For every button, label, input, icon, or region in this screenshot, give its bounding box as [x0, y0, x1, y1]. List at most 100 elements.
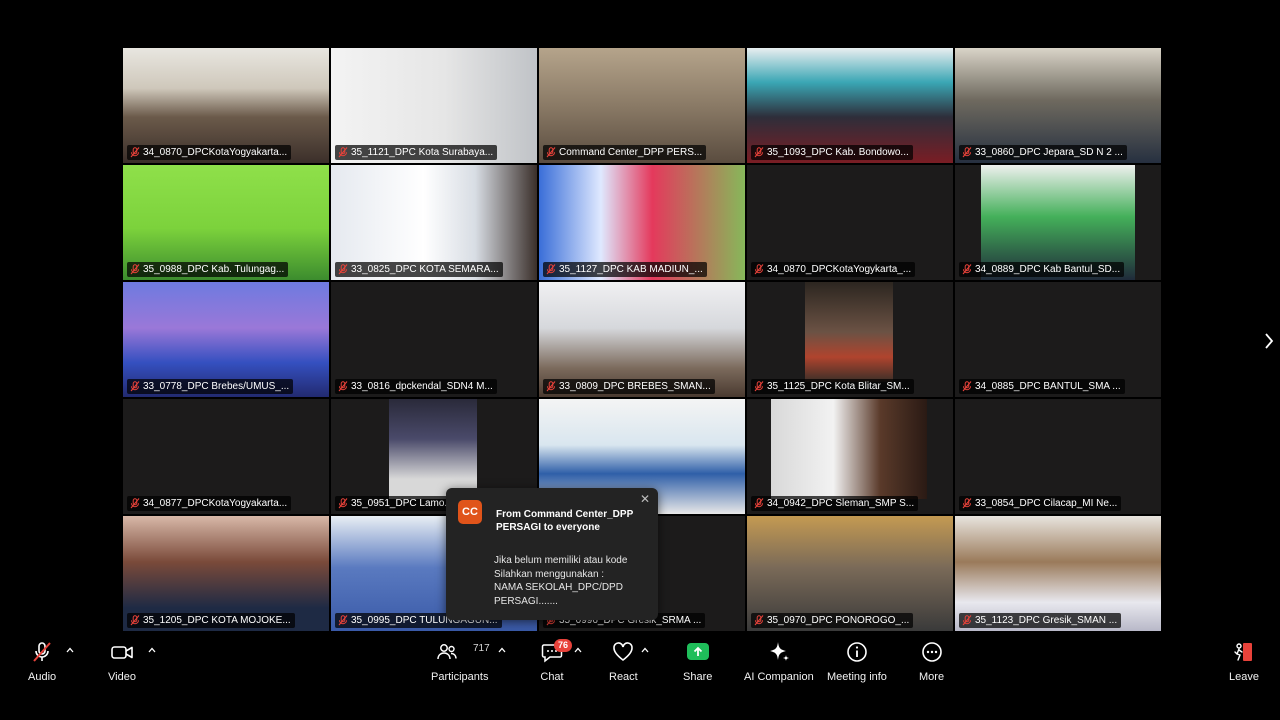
participant-name-tag: 35_0988_DPC Kab. Tulungag...	[127, 262, 289, 277]
participant-name-tag: 35_1205_DPC KOTA MOJOKE...	[127, 613, 295, 628]
meeting-toolbar: Audio Video Participants 717 Chat 76 Rea…	[0, 632, 1280, 720]
participant-name: 34_0942_DPC Sleman_SMP S...	[767, 498, 915, 509]
participant-name: 35_1121_DPC Kota Surabaya...	[351, 147, 494, 158]
ai-companion-label: AI Companion	[744, 671, 814, 683]
participant-name-tag: 34_0885_DPC BANTUL_SMA ...	[959, 379, 1125, 394]
share-screen-button[interactable]: Share	[683, 640, 712, 683]
video-label: Video	[108, 671, 136, 683]
participant-name: 34_0889_DPC Kab Bantul_SD...	[975, 264, 1121, 275]
microphone-muted-icon	[338, 147, 348, 158]
microphone-muted-icon	[338, 498, 348, 509]
participant-count: 717	[473, 643, 490, 654]
participant-name-tag: 35_1125_DPC Kota Blitar_SM...	[751, 379, 914, 394]
react-options-chevron-icon[interactable]	[640, 645, 650, 655]
participant-name-tag: 33_0825_DPC KOTA SEMARA...	[335, 262, 503, 277]
participant-name: 33_0778_DPC Brebes/UMUS_...	[143, 381, 290, 392]
participant-tile[interactable]: 35_1093_DPC Kab. Bondowo...	[747, 48, 953, 163]
participant-name: 35_0951_DPC Lamo...	[351, 498, 453, 509]
microphone-muted-icon	[546, 264, 556, 275]
info-icon	[845, 640, 869, 664]
leave-button[interactable]: Leave	[1229, 640, 1259, 683]
unread-chat-badge: 76	[554, 639, 572, 652]
react-label: React	[609, 671, 638, 683]
participant-name-tag: 35_0951_DPC Lamo...	[335, 496, 457, 511]
microphone-muted-icon	[30, 640, 54, 664]
microphone-muted-icon	[130, 498, 140, 509]
participant-name: 34_0870_DPCKotaYogykarta_...	[767, 264, 912, 275]
ai-companion-button[interactable]: AI Companion	[744, 640, 814, 683]
participants-icon	[435, 640, 459, 664]
participant-tile[interactable]: 33_0860_DPC Jepara_SD N 2 ...	[955, 48, 1161, 163]
participant-video-feed	[805, 282, 893, 382]
participant-tile[interactable]: 35_1125_DPC Kota Blitar_SM...	[747, 282, 953, 397]
video-camera-icon	[110, 640, 134, 664]
participant-tile[interactable]: 34_0942_DPC Sleman_SMP S...	[747, 399, 953, 514]
more-label: More	[919, 671, 945, 683]
participant-name: 35_0970_DPC PONOROGO_...	[767, 615, 910, 626]
participant-tile[interactable]: 35_1127_DPC KAB MADIUN_...	[539, 165, 745, 280]
participant-name: 34_0877_DPCKotaYogyakarta...	[143, 498, 288, 509]
participant-tile[interactable]: 35_0970_DPC PONOROGO_...	[747, 516, 953, 631]
participant-tile[interactable]: 35_1123_DPC Gresik_SMAN ...	[955, 516, 1161, 631]
participant-tile[interactable]: Command Center_DPP PERS...	[539, 48, 745, 163]
microphone-muted-icon	[338, 615, 348, 626]
video-button[interactable]: Video	[108, 640, 136, 683]
participant-name-tag: 34_0870_DPCKotaYogykarta_...	[751, 262, 916, 277]
participant-name-tag: 34_0877_DPCKotaYogyakarta...	[127, 496, 292, 511]
meeting-info-label: Meeting info	[827, 671, 887, 683]
microphone-muted-icon	[754, 147, 764, 158]
participant-name-tag: 33_0854_DPC Cilacap_MI Ne...	[959, 496, 1122, 511]
microphone-muted-icon	[962, 498, 972, 509]
participant-tile[interactable]: 34_0889_DPC Kab Bantul_SD...	[955, 165, 1161, 280]
meeting-info-button[interactable]: Meeting info	[827, 640, 887, 683]
participant-name-tag: 35_1121_DPC Kota Surabaya...	[335, 145, 498, 160]
sparkle-icon	[767, 640, 791, 664]
participant-name: 35_1123_DPC Gresik_SMAN ...	[975, 615, 1118, 626]
participant-name: 34_0885_DPC BANTUL_SMA ...	[975, 381, 1121, 392]
participant-tile[interactable]: 33_0816_dpckendal_SDN4 M...	[331, 282, 537, 397]
participant-tile[interactable]: 34_0870_DPCKotaYogykarta_...	[747, 165, 953, 280]
chat-options-chevron-icon[interactable]	[573, 645, 583, 655]
participant-name: 33_0825_DPC KOTA SEMARA...	[351, 264, 499, 275]
participant-name: 33_0860_DPC Jepara_SD N 2 ...	[975, 147, 1123, 158]
participant-tile[interactable]: 34_0885_DPC BANTUL_SMA ...	[955, 282, 1161, 397]
audio-button[interactable]: Audio	[28, 640, 56, 683]
participant-tile[interactable]: 33_0809_DPC BREBES_SMAN...	[539, 282, 745, 397]
microphone-muted-icon	[130, 147, 140, 158]
participant-name-tag: 35_1123_DPC Gresik_SMAN ...	[959, 613, 1122, 628]
participant-name: 33_0816_dpckendal_SDN4 M...	[351, 381, 493, 392]
audio-options-chevron-icon[interactable]	[65, 645, 75, 655]
participant-name-tag: 35_1093_DPC Kab. Bondowo...	[751, 145, 913, 160]
participant-name-tag: 33_0816_dpckendal_SDN4 M...	[335, 379, 497, 394]
participant-name: 35_1127_DPC KAB MADIUN_...	[559, 264, 703, 275]
participant-tile[interactable]: 33_0825_DPC KOTA SEMARA...	[331, 165, 537, 280]
share-label: Share	[683, 671, 713, 683]
microphone-muted-icon	[962, 381, 972, 392]
react-button[interactable]: React	[609, 640, 638, 683]
more-button[interactable]: More	[919, 640, 944, 683]
participant-name: 33_0854_DPC Cilacap_MI Ne...	[975, 498, 1118, 509]
participant-name: 35_1093_DPC Kab. Bondowo...	[767, 147, 909, 158]
video-options-chevron-icon[interactable]	[147, 645, 157, 655]
microphone-muted-icon	[754, 615, 764, 626]
participant-name-tag: Command Center_DPP PERS...	[543, 145, 707, 160]
participant-tile[interactable]: 35_1205_DPC KOTA MOJOKE...	[123, 516, 329, 631]
participant-tile[interactable]: 35_1121_DPC Kota Surabaya...	[331, 48, 537, 163]
chat-sender: From Command Center_DPP PERSAGI to every…	[496, 509, 634, 533]
participant-tile[interactable]: 33_0854_DPC Cilacap_MI Ne...	[955, 399, 1161, 514]
participant-name: 35_1125_DPC Kota Blitar_SM...	[767, 381, 910, 392]
close-icon[interactable]: ✕	[638, 492, 652, 506]
audio-label: Audio	[28, 671, 57, 683]
participant-name: 34_0870_DPCKotaYogyakarta...	[143, 147, 288, 158]
participants-options-chevron-icon[interactable]	[497, 645, 507, 655]
chat-notification[interactable]: CC ✕ From Command Center_DPP PERSAGI to …	[446, 488, 658, 620]
microphone-muted-icon	[130, 264, 140, 275]
participant-tile[interactable]: 34_0870_DPCKotaYogyakarta...	[123, 48, 329, 163]
participant-name-tag: 33_0860_DPC Jepara_SD N 2 ...	[959, 145, 1127, 160]
next-page-chevron-icon[interactable]	[1259, 331, 1279, 351]
participant-tile[interactable]: 35_0988_DPC Kab. Tulungag...	[123, 165, 329, 280]
microphone-muted-icon	[962, 264, 972, 275]
microphone-muted-icon	[754, 264, 764, 275]
participant-tile[interactable]: 34_0877_DPCKotaYogyakarta...	[123, 399, 329, 514]
participant-tile[interactable]: 33_0778_DPC Brebes/UMUS_...	[123, 282, 329, 397]
